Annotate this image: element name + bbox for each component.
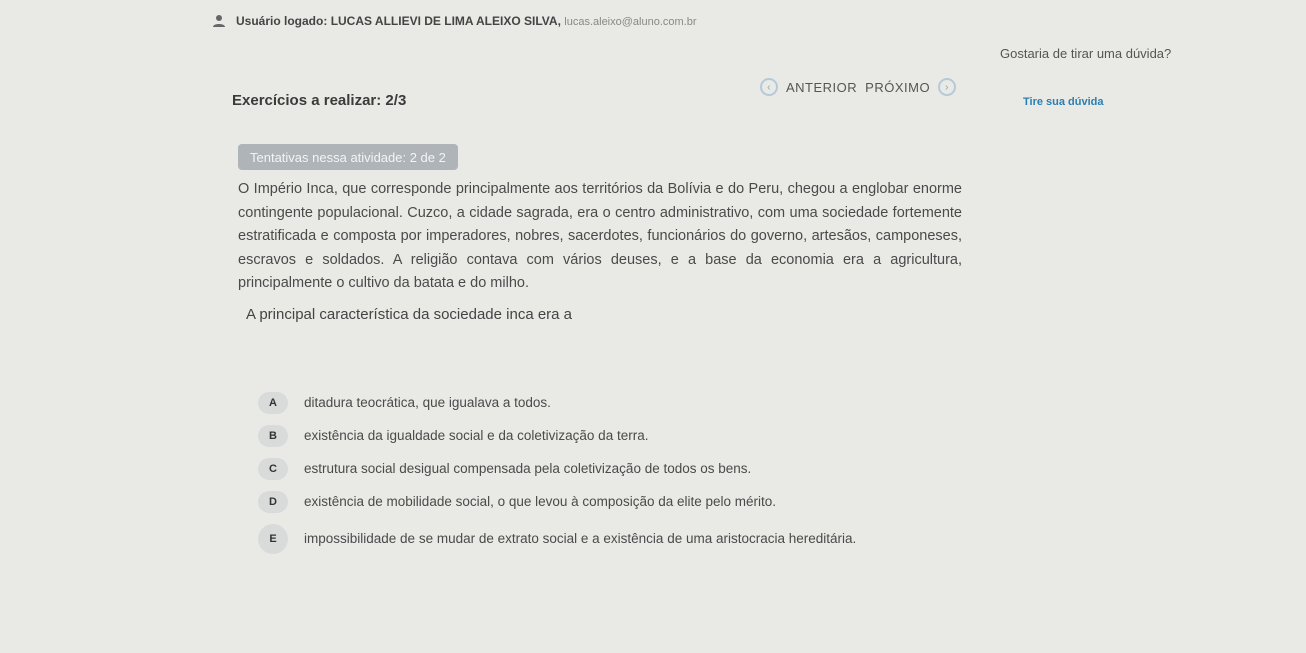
question-passage: O Império Inca, que corresponde principa… (238, 181, 962, 291)
help-question: Gostaria de tirar uma dúvida? (1000, 46, 1172, 61)
answer-options: A ditadura teocrática, que igualava a to… (258, 392, 898, 565)
option-letter: E (258, 524, 288, 554)
next-button[interactable]: PRÓXIMO (865, 80, 930, 95)
option-letter: A (258, 392, 288, 414)
user-label: Usuário logado: (236, 14, 328, 28)
option-text: estrutura social desigual compensada pel… (304, 461, 752, 476)
option-b[interactable]: B existência da igualdade social e da co… (258, 425, 898, 447)
user-name: LUCAS ALLIEVI DE LIMA ALEIXO SILVA, (330, 14, 561, 28)
prev-button[interactable]: ANTERIOR (786, 80, 857, 95)
option-text: existência de mobilidade social, o que l… (304, 494, 777, 509)
option-d[interactable]: D existência de mobilidade social, o que… (258, 491, 898, 513)
attempts-badge: Tentativas nessa atividade: 2 de 2 (238, 144, 458, 170)
option-letter: D (258, 491, 288, 513)
option-letter: B (258, 425, 288, 447)
exercise-navigation: ‹ ANTERIOR PRÓXIMO › (760, 78, 957, 96)
option-e[interactable]: E impossibilidade de se mudar de extrato… (258, 524, 898, 554)
chevron-left-icon[interactable]: ‹ (760, 78, 778, 96)
option-c[interactable]: C estrutura social desigual compensada p… (258, 458, 898, 480)
chevron-right-icon[interactable]: › (938, 78, 957, 96)
exercise-count: Exercícios a realizar: 2/3 (232, 92, 407, 109)
option-letter: C (258, 458, 288, 480)
option-text: ditadura teocrática, que igualava a todo… (304, 395, 551, 410)
option-text: impossibilidade de se mudar de extrato s… (304, 531, 857, 546)
user-bar: Usuário logado: LUCAS ALLIEVI DE LIMA AL… (212, 14, 697, 28)
question-prompt: A principal característica da sociedade … (246, 306, 573, 323)
user-icon (212, 14, 226, 28)
option-text: existência da igualdade social e da cole… (304, 428, 649, 443)
user-email: lucas.aleixo@aluno.com.br (564, 16, 697, 28)
help-link[interactable]: Tire sua dúvida (1023, 96, 1104, 108)
option-a[interactable]: A ditadura teocrática, que igualava a to… (258, 392, 898, 414)
